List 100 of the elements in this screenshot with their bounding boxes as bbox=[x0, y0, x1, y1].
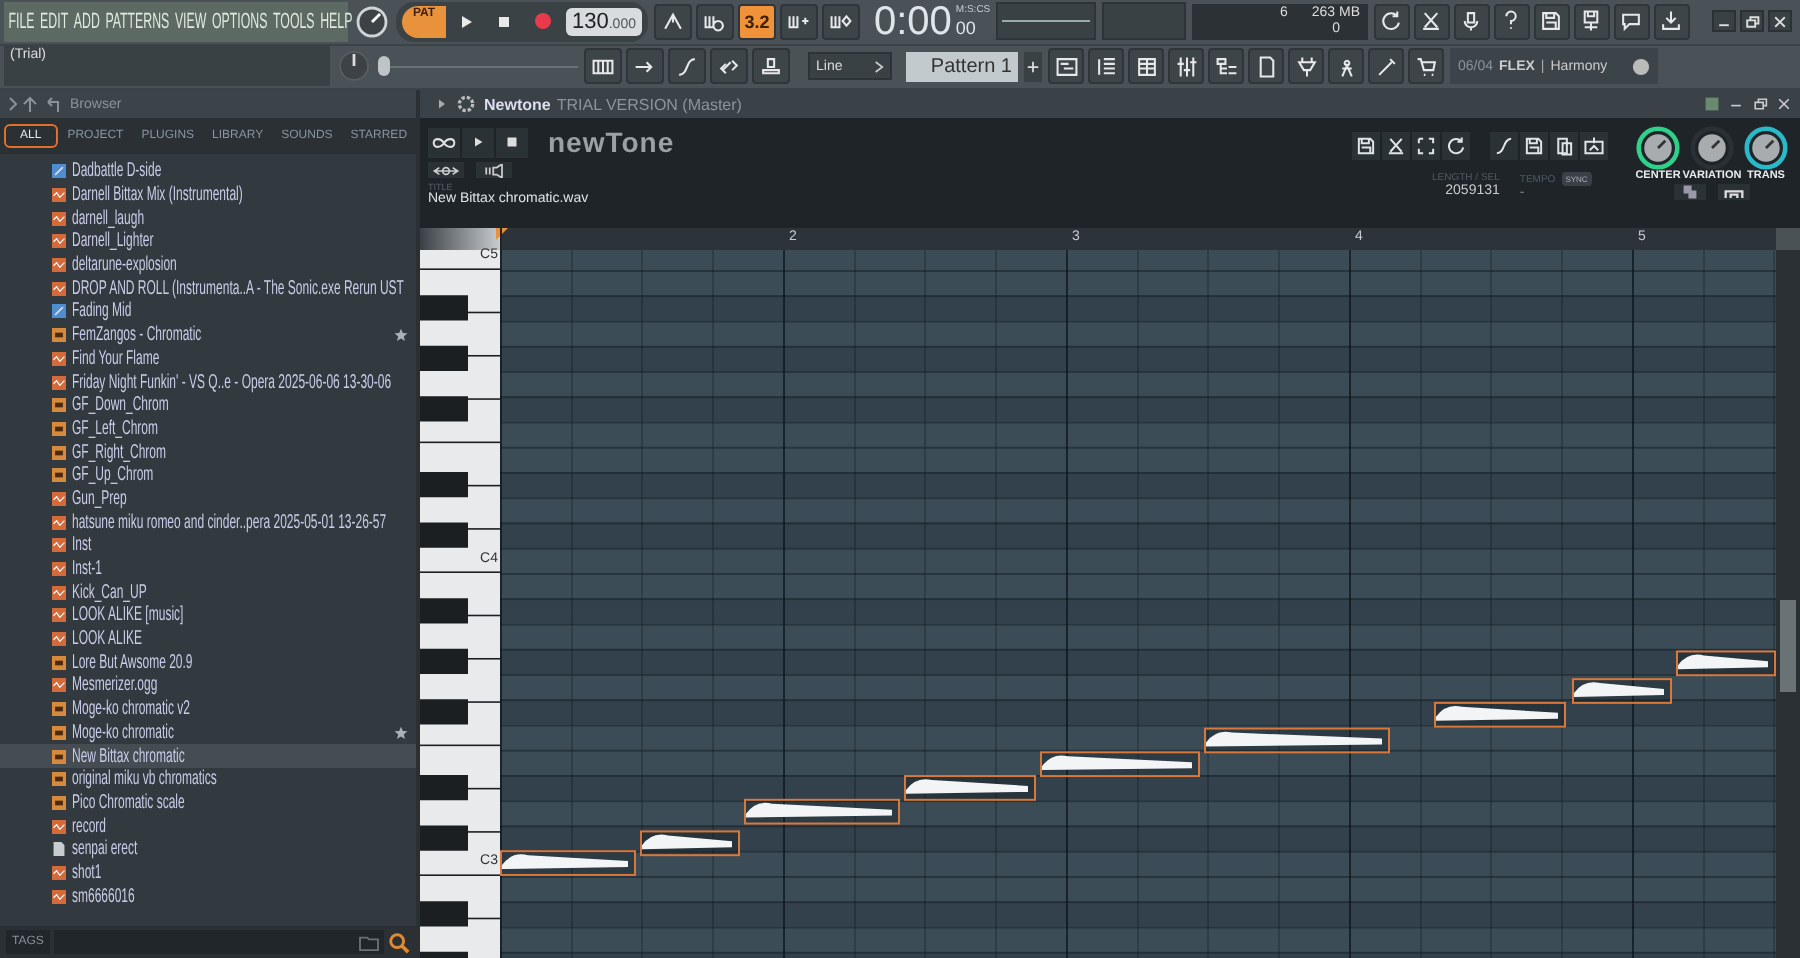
export-button[interactable] bbox=[1580, 132, 1608, 160]
play-button[interactable] bbox=[462, 127, 494, 157]
browser-item[interactable]: record bbox=[0, 814, 416, 838]
browser-item[interactable]: Friday Night Funkin' - VS Q..e - Opera 2025-06-06 13-30-06 bbox=[0, 370, 416, 394]
link-button[interactable] bbox=[428, 162, 464, 178]
restore-icon[interactable] bbox=[1752, 96, 1768, 112]
browser-item[interactable]: senpai erect bbox=[0, 837, 416, 862]
browser-item[interactable]: GF_Down_Chrom bbox=[0, 393, 416, 418]
browser-item[interactable]: LOOK ALIKE bbox=[0, 627, 416, 651]
knob[interactable] bbox=[1744, 126, 1788, 170]
person-button[interactable] bbox=[1328, 48, 1364, 85]
expand-arrow-icon[interactable] bbox=[436, 98, 448, 110]
browser-item[interactable]: original miku vb chromatics bbox=[0, 767, 416, 792]
curve-button[interactable] bbox=[1490, 132, 1518, 160]
cart-button[interactable] bbox=[1408, 48, 1444, 85]
position-marker-icon[interactable] bbox=[496, 228, 508, 240]
browser-item[interactable]: GF_Up_Chrom bbox=[0, 463, 416, 488]
help-button[interactable] bbox=[1493, 3, 1530, 40]
tags-search-field[interactable] bbox=[53, 930, 384, 954]
save-button[interactable] bbox=[1520, 132, 1548, 160]
refresh-button[interactable] bbox=[1442, 132, 1470, 160]
metronome-button[interactable] bbox=[653, 3, 692, 40]
menu-item[interactable]: ADD bbox=[73, 9, 100, 34]
refresh-button[interactable] bbox=[1373, 3, 1410, 40]
browser-item[interactable]: Darnell_Lighter bbox=[0, 230, 416, 254]
menu-item[interactable]: TOOLS bbox=[273, 9, 315, 34]
save-export-button[interactable] bbox=[1573, 3, 1610, 40]
browser-item[interactable]: New Bittax chromatic bbox=[0, 744, 416, 768]
browser-item[interactable]: FemZangos - Chromatic bbox=[0, 323, 416, 347]
paste-button[interactable] bbox=[1674, 184, 1706, 200]
browser-item[interactable]: Inst-1 bbox=[0, 557, 416, 581]
gear-icon[interactable] bbox=[456, 94, 476, 114]
document-button[interactable] bbox=[1248, 48, 1284, 85]
browser-item[interactable]: Moge-ko chromatic bbox=[0, 721, 416, 745]
wait-record-button[interactable] bbox=[695, 3, 734, 40]
vertical-scrollbar[interactable] bbox=[1776, 250, 1800, 958]
pattern-selector[interactable]: Pattern 1 bbox=[906, 51, 1018, 82]
browser-item[interactable]: hatsune miku romeo and cinder..pera 2025-05-01 13-26-57 bbox=[0, 510, 416, 534]
save-button[interactable] bbox=[1533, 3, 1570, 40]
browser-item[interactable]: darnell_laugh bbox=[0, 206, 416, 231]
countdown-button[interactable]: 3.2 bbox=[737, 3, 776, 40]
browser-item[interactable]: GF_Left_Chrom bbox=[0, 417, 416, 441]
detach-icon[interactable] bbox=[1704, 96, 1720, 112]
menu-item[interactable]: FILE bbox=[8, 9, 35, 34]
plug-button[interactable] bbox=[1288, 48, 1324, 85]
menu-item[interactable]: HELP bbox=[320, 9, 353, 34]
link-button[interactable] bbox=[710, 48, 748, 85]
playlist-button[interactable] bbox=[1128, 48, 1164, 85]
browser-item[interactable]: Find Your Flame bbox=[0, 347, 416, 371]
close-button[interactable] bbox=[1768, 10, 1792, 33]
browser-item[interactable]: Moge-ko chromatic v2 bbox=[0, 697, 416, 721]
browser-item[interactable]: Lore But Awsome 20.9 bbox=[0, 650, 416, 675]
knob[interactable] bbox=[1690, 126, 1734, 170]
piano-keyboard-drawing[interactable] bbox=[420, 250, 500, 958]
add-pattern-button[interactable] bbox=[1024, 51, 1042, 82]
browser-item[interactable]: Mesmerizer.ogg bbox=[0, 674, 416, 698]
browser-item[interactable]: Gun_Prep bbox=[0, 487, 416, 511]
paste-button[interactable] bbox=[1550, 132, 1578, 160]
select-button[interactable] bbox=[1412, 132, 1440, 160]
browser-item[interactable]: LOOK ALIKE [music] bbox=[0, 604, 416, 628]
stop-button[interactable] bbox=[496, 127, 528, 157]
browser-item[interactable]: shot1 bbox=[0, 861, 416, 885]
browser-item[interactable]: sm6666016 bbox=[0, 884, 416, 908]
curve-button[interactable] bbox=[668, 48, 706, 85]
pitch-notes-drawing[interactable] bbox=[500, 650, 1776, 876]
wand-button[interactable] bbox=[1368, 48, 1404, 85]
stamp-button[interactable] bbox=[752, 48, 790, 85]
volume-knob[interactable] bbox=[354, 3, 390, 40]
arrow-button[interactable] bbox=[626, 48, 664, 85]
scissors-button[interactable] bbox=[1413, 3, 1450, 40]
restore-button[interactable] bbox=[1740, 10, 1764, 33]
search-icon[interactable] bbox=[388, 931, 410, 953]
mixer-button[interactable] bbox=[1168, 48, 1204, 85]
folder-tree-button[interactable] bbox=[1208, 48, 1244, 85]
microphone-button[interactable] bbox=[1453, 3, 1490, 40]
browser-item[interactable]: Fading Mid bbox=[0, 300, 416, 324]
browser-item[interactable]: Dadbattle D-side bbox=[0, 160, 416, 184]
close-icon[interactable] bbox=[1776, 96, 1792, 112]
loop-record-button[interactable] bbox=[821, 3, 860, 40]
menu-item[interactable]: OPTIONS bbox=[212, 9, 268, 34]
knob[interactable] bbox=[1636, 126, 1680, 170]
grid-step-button[interactable] bbox=[584, 48, 622, 85]
save-button[interactable] bbox=[1352, 132, 1380, 160]
browser-item[interactable]: Pico Chromatic scale bbox=[0, 791, 416, 815]
loop-button[interactable] bbox=[428, 127, 460, 157]
browser-item[interactable]: GF_Right_Chrom bbox=[0, 440, 416, 464]
menu-item[interactable]: EDIT bbox=[40, 9, 69, 34]
channel-rack-button[interactable] bbox=[1088, 48, 1124, 85]
speaker-button[interactable] bbox=[476, 162, 512, 178]
minimize-button[interactable] bbox=[1712, 10, 1736, 33]
menu-item[interactable]: PATTERNS bbox=[105, 9, 170, 34]
browser-item[interactable]: Darnell Bittax Mix (Instrumental) bbox=[0, 183, 416, 207]
browser-item[interactable]: Inst bbox=[0, 534, 416, 558]
speech-bubble-button[interactable] bbox=[1613, 3, 1650, 40]
scissors-button[interactable] bbox=[1382, 132, 1410, 160]
piano-roll-button[interactable] bbox=[1048, 48, 1084, 85]
blend-notes-button[interactable] bbox=[779, 3, 818, 40]
download-button[interactable] bbox=[1653, 3, 1690, 40]
menu-item[interactable]: VIEW bbox=[174, 9, 207, 34]
browser-item[interactable]: DROP AND ROLL (Instrumenta..A - The Sonic.exe Rerun UST bbox=[0, 276, 416, 301]
